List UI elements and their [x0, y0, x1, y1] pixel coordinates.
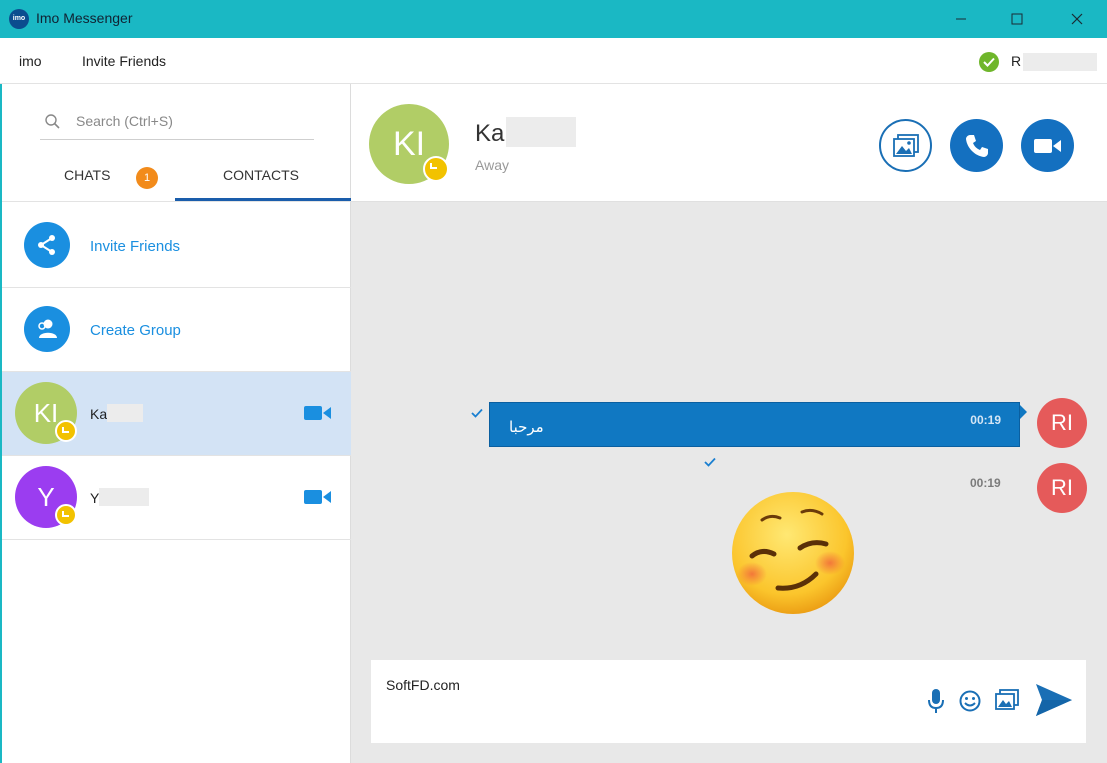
contact-item[interactable]: KI Ka: [2, 372, 351, 456]
message-time: 00:19: [970, 413, 1001, 427]
invite-friends-label: Invite Friends: [90, 238, 181, 255]
video-call-icon[interactable]: [304, 488, 332, 506]
delivered-check-icon: [471, 408, 483, 418]
user-name-text: R: [1011, 53, 1022, 69]
redacted-name: [1023, 53, 1098, 72]
message-time: 00:19: [970, 476, 1001, 490]
video-camera-icon: [1033, 138, 1061, 153]
voice-call-button[interactable]: [950, 119, 1003, 172]
chat-contact-name: Ka: [475, 116, 577, 148]
menu-imo[interactable]: imo: [19, 53, 42, 69]
share-icon: [24, 222, 70, 268]
minimize-icon: [956, 18, 966, 20]
tab-contacts[interactable]: CONTACTS: [223, 167, 299, 183]
phone-icon: [965, 134, 988, 157]
unread-badge: 1: [136, 167, 158, 189]
blushing-smile-emoji-icon[interactable]: [730, 490, 856, 616]
contact-name: Y: [90, 488, 150, 507]
online-status-icon[interactable]: [979, 52, 999, 72]
chat-header: KI Ka Away: [351, 84, 1107, 202]
message-bubble[interactable]: مرحبا 00:19: [489, 402, 1027, 447]
tab-chats[interactable]: CHATS: [64, 167, 110, 183]
maximize-icon: [1011, 13, 1023, 25]
search-icon: [45, 114, 60, 129]
redacted-name: [107, 404, 144, 423]
avatar: RI: [1037, 398, 1087, 448]
search-box[interactable]: [40, 109, 314, 140]
invite-friends-row[interactable]: Invite Friends: [2, 202, 351, 288]
video-call-button[interactable]: [1021, 119, 1074, 172]
close-icon: [1071, 13, 1083, 25]
search-input[interactable]: [76, 113, 306, 129]
message-input[interactable]: SoftFD.com: [386, 677, 460, 693]
group-icon: [24, 306, 70, 352]
imo-logo-icon: imo: [9, 9, 29, 29]
sidebar: CHATS 1 CONTACTS Invite Friends Create G…: [0, 84, 351, 763]
contact-item[interactable]: Y Y: [2, 456, 351, 540]
avatar: RI: [1037, 463, 1087, 513]
close-button[interactable]: [1054, 0, 1100, 38]
send-icon[interactable]: [1034, 680, 1074, 720]
video-call-icon[interactable]: [304, 404, 332, 422]
maximize-button[interactable]: [994, 0, 1040, 38]
emoji-icon[interactable]: [959, 690, 981, 712]
away-status-icon: [55, 504, 77, 526]
minimize-button[interactable]: [938, 0, 984, 38]
image-icon[interactable]: [995, 689, 1019, 711]
message-composer[interactable]: SoftFD.com: [371, 660, 1086, 743]
message-text: مرحبا: [509, 419, 544, 436]
away-status-icon: [423, 156, 449, 182]
microphone-icon[interactable]: [928, 688, 944, 714]
image-icon: [892, 133, 919, 157]
window-title: Imo Messenger: [36, 10, 133, 26]
send-photo-button[interactable]: [879, 119, 932, 172]
delivered-check-icon: [704, 457, 716, 467]
redacted-name: [99, 488, 150, 507]
away-status-icon: [55, 420, 77, 442]
menu-invite-friends[interactable]: Invite Friends: [82, 53, 166, 69]
title-bar: imo Imo Messenger: [0, 0, 1107, 38]
current-user[interactable]: R: [1011, 53, 1098, 72]
create-group-label: Create Group: [90, 322, 181, 339]
contact-name: Ka: [90, 404, 144, 423]
redacted-name: [506, 116, 577, 147]
create-group-row[interactable]: Create Group: [2, 288, 351, 372]
contact-status: Away: [475, 157, 509, 173]
menu-bar: imo Invite Friends: [0, 38, 1107, 84]
